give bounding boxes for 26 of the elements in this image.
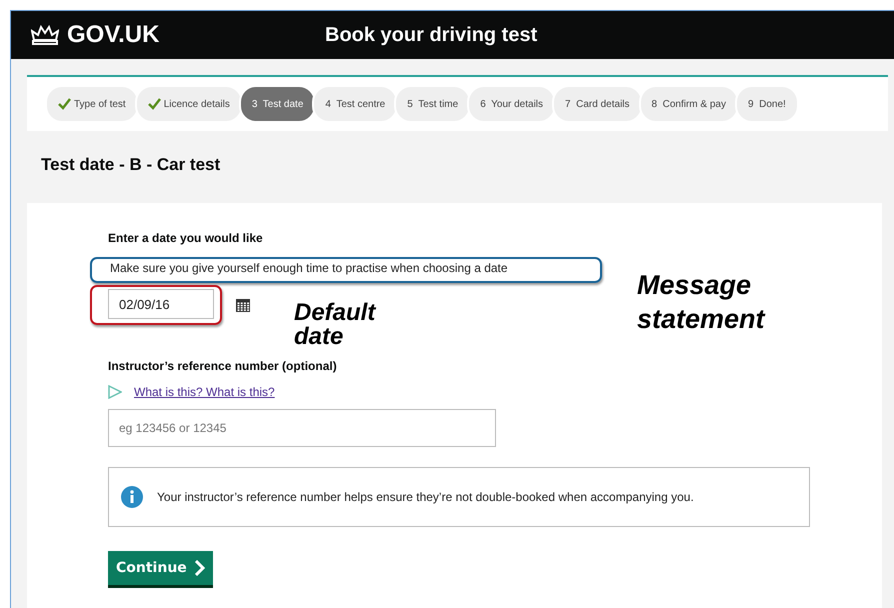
crown-icon xyxy=(31,24,59,46)
field-label: Instructor’s reference number (optional) xyxy=(108,359,337,373)
page-heading: Test date - B - Car test xyxy=(40,154,222,176)
reference-field[interactable]: eg 123456 or 12345 xyxy=(108,409,496,447)
date-field[interactable]: 02/09/16 xyxy=(108,289,214,319)
progress-step[interactable]: 8 Confirm & pay xyxy=(638,85,739,123)
progress-step[interactable]: 9 Done! xyxy=(735,85,799,123)
logo-text: GOV.UK xyxy=(67,21,160,49)
triangle-icon xyxy=(108,385,122,399)
progress-step[interactable]: Type of test xyxy=(45,85,139,123)
info-text: Your instructor’s reference number helps ensure they’re not double-booked when accompanying you. xyxy=(157,490,694,504)
hint-text: Make sure you give yourself enough time to practise when choosing a date xyxy=(90,257,602,283)
check-icon xyxy=(58,98,71,110)
annotation-text: Default date xyxy=(294,301,378,349)
chevron-icon xyxy=(194,560,205,576)
service-title: Book your driving test xyxy=(325,24,538,46)
check-icon xyxy=(148,98,161,110)
annotation-text: Message statement xyxy=(637,269,766,336)
continue-button[interactable]: Continue xyxy=(108,551,213,585)
progress-step[interactable]: 7 Card details xyxy=(552,85,643,123)
progress-step[interactable]: Licence details xyxy=(134,85,243,123)
field-label: Enter a date you would like xyxy=(108,231,263,245)
calendar-icon xyxy=(236,298,250,312)
govuk-logo[interactable]: GOV.UK xyxy=(31,21,325,49)
info-icon xyxy=(121,486,143,508)
help-link[interactable]: What is this? What is this? xyxy=(134,385,275,399)
